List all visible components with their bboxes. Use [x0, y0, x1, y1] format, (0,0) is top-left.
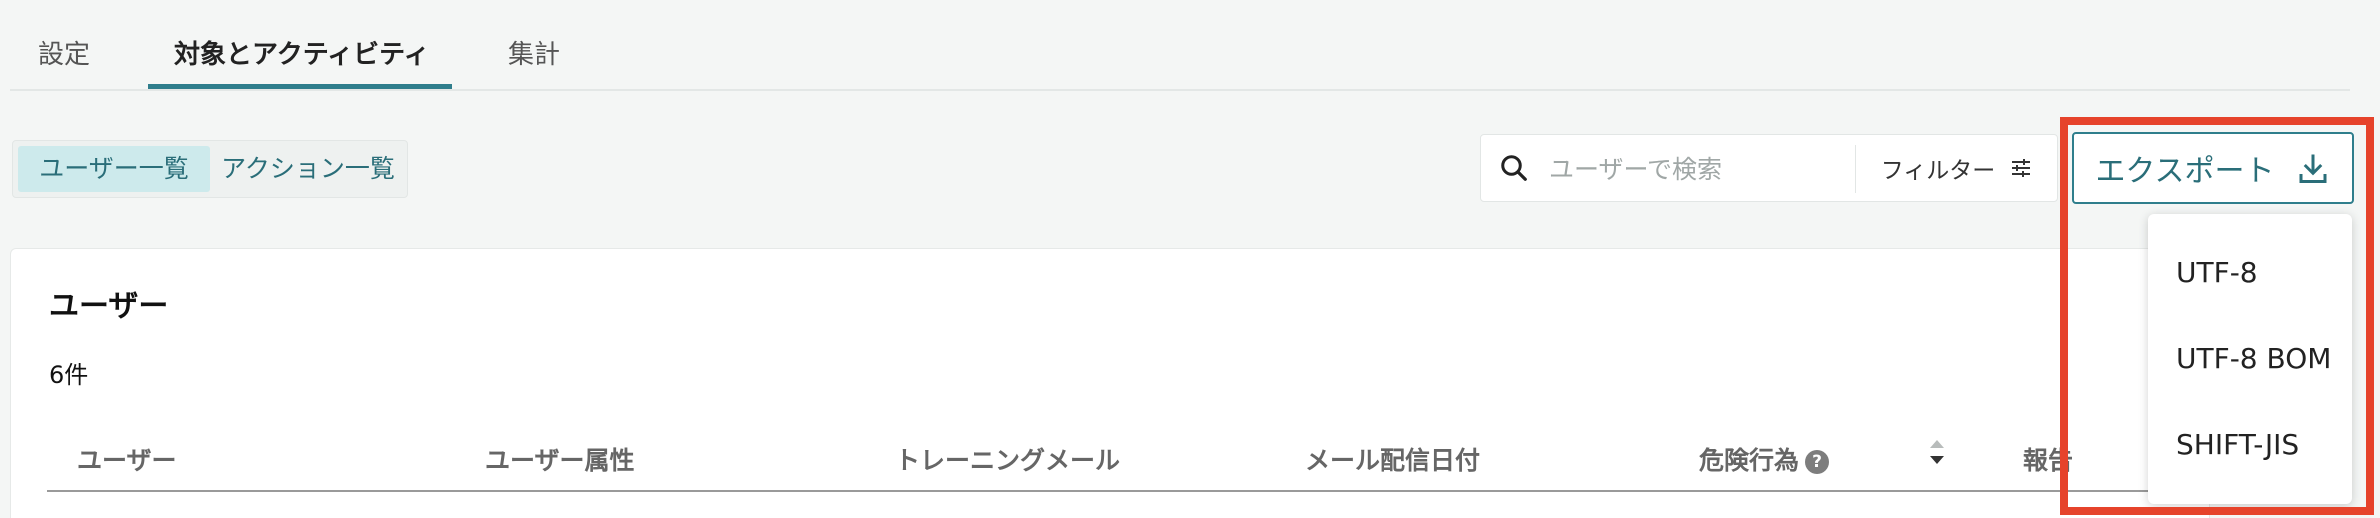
- view-segmented-control: ユーザー一覧 アクション一覧: [12, 140, 408, 198]
- search-box: フィルター: [1480, 134, 2058, 202]
- highlight-annotation: [2060, 117, 2374, 515]
- column-header-risky-action-label: 危険行為: [1699, 446, 1800, 475]
- tab-summary[interactable]: 集計: [508, 34, 560, 71]
- column-header-user-attribute[interactable]: ユーザー属性: [485, 441, 635, 477]
- users-panel: ユーザー 6件 ユーザー ユーザー属性 トレーニングメール メール配信日付 危険…: [10, 248, 2210, 518]
- top-tabs: 設定 対象とアクティビティ 集計: [0, 0, 2380, 92]
- question-circle-icon[interactable]: ?: [1805, 450, 1830, 474]
- search-input[interactable]: [1547, 149, 1867, 189]
- column-header-risky-action[interactable]: 危険行為?: [1699, 441, 1830, 477]
- search-separator: [1855, 145, 1856, 193]
- sort-icon[interactable]: [1927, 437, 1947, 467]
- tabs-divider: [10, 89, 2350, 91]
- result-count: 6件: [49, 361, 89, 389]
- tab-targets-activity[interactable]: 対象とアクティビティ: [174, 34, 430, 71]
- filter-label: フィルター: [1880, 158, 1996, 184]
- column-header-mail-delivery-date[interactable]: メール配信日付: [1305, 441, 1480, 477]
- segment-user-list[interactable]: ユーザー一覧: [18, 146, 210, 192]
- panel-title: ユーザー: [49, 289, 169, 324]
- search-icon: [1501, 155, 1527, 181]
- tab-settings[interactable]: 設定: [38, 34, 90, 71]
- segment-action-list[interactable]: アクション一覧: [213, 146, 403, 192]
- filter-button[interactable]: フィルター: [1857, 135, 2057, 201]
- column-header-training-mail[interactable]: トレーニングメール: [895, 441, 1120, 477]
- sliders-icon: [2012, 159, 2031, 177]
- table-header-divider: [47, 490, 2197, 492]
- page: 設定 対象とアクティビティ 集計 ユーザー一覧 アクション一覧 フィルター: [0, 0, 2380, 518]
- column-header-user[interactable]: ユーザー: [77, 441, 177, 477]
